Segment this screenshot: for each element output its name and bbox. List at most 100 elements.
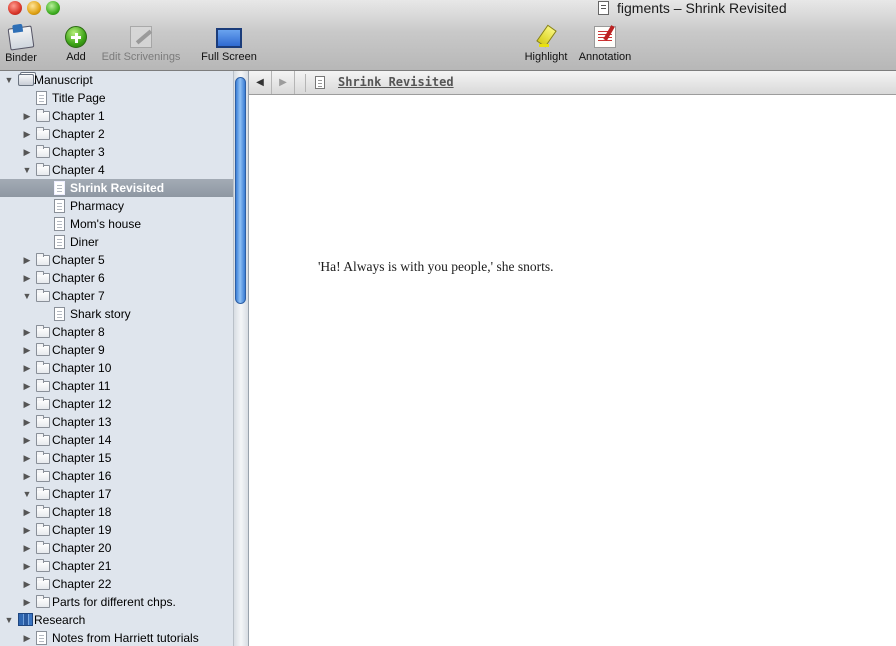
binder-item[interactable]: ▶ Chapter 14 <box>0 431 234 449</box>
binder-item-label: Manuscript <box>34 73 93 87</box>
binder-item[interactable]: ▶ Chapter 21 <box>0 557 234 575</box>
full-screen-button[interactable]: Full Screen <box>201 24 257 63</box>
binder-item[interactable]: ▶ Chapter 15 <box>0 449 234 467</box>
disclosure-closed-icon[interactable]: ▶ <box>22 503 32 521</box>
binder-item-label: Chapter 7 <box>52 289 105 303</box>
close-window-button[interactable] <box>8 1 22 15</box>
disclosure-closed-icon[interactable]: ▶ <box>22 467 32 485</box>
binder-item[interactable]: ▶ Chapter 10 <box>0 359 234 377</box>
binder-item[interactable]: ▶ Chapter 8 <box>0 323 234 341</box>
binder-outline: ▼ Manuscript Title Page ▶ Chapter 1 ▶ Chapter … <box>0 71 234 646</box>
binder-item[interactable]: ▶ Chapter 19 <box>0 521 234 539</box>
disclosure-closed-icon[interactable]: ▶ <box>22 269 32 287</box>
disclosure-closed-icon[interactable]: ▶ <box>22 359 32 377</box>
binder-item[interactable]: ▼ Manuscript <box>0 71 234 89</box>
folder-icon <box>36 433 50 446</box>
document-icon[interactable] <box>315 76 325 89</box>
binder-item[interactable]: ▶ Parts for different chps. <box>0 593 234 611</box>
disclosure-closed-icon[interactable]: ▶ <box>22 521 32 539</box>
highlight-label: Highlight <box>524 51 568 63</box>
binder-item[interactable]: ▶ Chapter 2 <box>0 125 234 143</box>
folder-icon <box>36 361 50 374</box>
binder-item[interactable]: ▶ Notes from Harriett tutorials <box>0 629 234 646</box>
binder-item[interactable]: ▶ Chapter 5 <box>0 251 234 269</box>
add-button[interactable]: Add <box>63 24 89 63</box>
binder-item[interactable]: ▼ Chapter 17 <box>0 485 234 503</box>
add-button-label: Add <box>66 51 86 63</box>
binder-item[interactable]: Pharmacy <box>0 197 234 215</box>
disclosure-closed-icon[interactable]: ▶ <box>22 629 32 646</box>
document-title[interactable]: Shrink Revisited <box>338 75 454 89</box>
disclosure-closed-icon[interactable]: ▶ <box>22 557 32 575</box>
binder-item-label: Chapter 19 <box>52 523 112 537</box>
binder-item[interactable]: Mom's house <box>0 215 234 233</box>
binder-item-label: Chapter 14 <box>52 433 112 447</box>
binder-item[interactable]: ▶ Chapter 1 <box>0 107 234 125</box>
binder-button[interactable]: Binder <box>4 24 38 64</box>
binder-item-label: Shark story <box>70 307 131 321</box>
disclosure-closed-icon[interactable]: ▶ <box>22 107 32 125</box>
binder-item-label: Chapter 18 <box>52 505 112 519</box>
zoom-window-button[interactable] <box>46 1 60 15</box>
disclosure-closed-icon[interactable]: ▶ <box>22 449 32 467</box>
minimize-window-button[interactable] <box>27 1 41 15</box>
edit-scrivenings-button[interactable]: Edit Scrivenings <box>101 24 181 63</box>
disclosure-closed-icon[interactable]: ▶ <box>22 539 32 557</box>
binder-scrollbar-thumb[interactable] <box>235 77 246 304</box>
disclosure-closed-icon[interactable]: ▶ <box>22 575 32 593</box>
disclosure-open-icon[interactable]: ▼ <box>4 71 14 89</box>
binder-item-label: Chapter 4 <box>52 163 105 177</box>
binder-item[interactable]: Title Page <box>0 89 234 107</box>
document-text[interactable]: 'Ha! Always is with you people,' she sno… <box>276 118 896 291</box>
binder-item[interactable]: ▶ Chapter 22 <box>0 575 234 593</box>
disclosure-open-icon[interactable]: ▼ <box>22 287 32 305</box>
binder-item[interactable]: Shrink Revisited <box>0 179 234 197</box>
disclosure-closed-icon[interactable]: ▶ <box>22 395 32 413</box>
folder-icon <box>36 127 50 140</box>
disclosure-open-icon[interactable]: ▼ <box>22 161 32 179</box>
disclosure-open-icon[interactable]: ▼ <box>4 611 14 629</box>
binder-item[interactable]: ▶ Chapter 12 <box>0 395 234 413</box>
binder-item-label: Research <box>34 613 86 627</box>
binder-item-label: Chapter 5 <box>52 253 105 267</box>
binder-item[interactable]: ▼ Chapter 7 <box>0 287 234 305</box>
binder-item-label: Chapter 15 <box>52 451 112 465</box>
binder-item-label: Chapter 3 <box>52 145 105 159</box>
disclosure-closed-icon[interactable]: ▶ <box>22 125 32 143</box>
binder-item[interactable]: ▼ Research <box>0 611 234 629</box>
window-title: figments – Shrink Revisited <box>617 0 787 16</box>
forward-button[interactable]: ▶ <box>272 71 295 94</box>
disclosure-closed-icon[interactable]: ▶ <box>22 341 32 359</box>
disclosure-closed-icon[interactable]: ▶ <box>22 431 32 449</box>
disclosure-closed-icon[interactable]: ▶ <box>22 323 32 341</box>
binder-item[interactable]: ▶ Chapter 20 <box>0 539 234 557</box>
binder-item[interactable]: ▶ Chapter 11 <box>0 377 234 395</box>
full-screen-label: Full Screen <box>201 51 257 63</box>
binder-item[interactable]: ▶ Chapter 3 <box>0 143 234 161</box>
binder-item[interactable]: Shark story <box>0 305 234 323</box>
binder-item[interactable]: ▶ Chapter 18 <box>0 503 234 521</box>
binder-item[interactable]: ▶ Chapter 9 <box>0 341 234 359</box>
binder-item[interactable]: ▶ Chapter 6 <box>0 269 234 287</box>
disclosure-closed-icon[interactable]: ▶ <box>22 413 32 431</box>
back-button[interactable]: ◀ <box>249 71 272 94</box>
binder-button-label: Binder <box>5 52 37 64</box>
highlight-button[interactable]: Highlight <box>522 24 570 63</box>
binder-item[interactable]: ▶ Chapter 16 <box>0 467 234 485</box>
folder-icon <box>36 271 50 284</box>
folder-icon <box>36 505 50 518</box>
binder-item[interactable]: ▼ Chapter 4 <box>0 161 234 179</box>
document-proxy-icon[interactable] <box>598 1 609 15</box>
disclosure-open-icon[interactable]: ▼ <box>22 485 32 503</box>
editor-pane[interactable]: 'Ha! Always is with you people,' she sno… <box>249 95 896 646</box>
annotation-button[interactable]: Annotation <box>577 24 633 63</box>
binder-item[interactable]: Diner <box>0 233 234 251</box>
folder-icon <box>36 325 50 338</box>
binder-item-label: Parts for different chps. <box>52 595 176 609</box>
binder-item[interactable]: ▶ Chapter 13 <box>0 413 234 431</box>
disclosure-closed-icon[interactable]: ▶ <box>22 593 32 611</box>
disclosure-closed-icon[interactable]: ▶ <box>22 251 32 269</box>
disclosure-closed-icon[interactable]: ▶ <box>22 377 32 395</box>
disclosure-closed-icon[interactable]: ▶ <box>22 143 32 161</box>
editor-header-bar: ◀ ▶ Shrink Revisited <box>249 71 896 95</box>
